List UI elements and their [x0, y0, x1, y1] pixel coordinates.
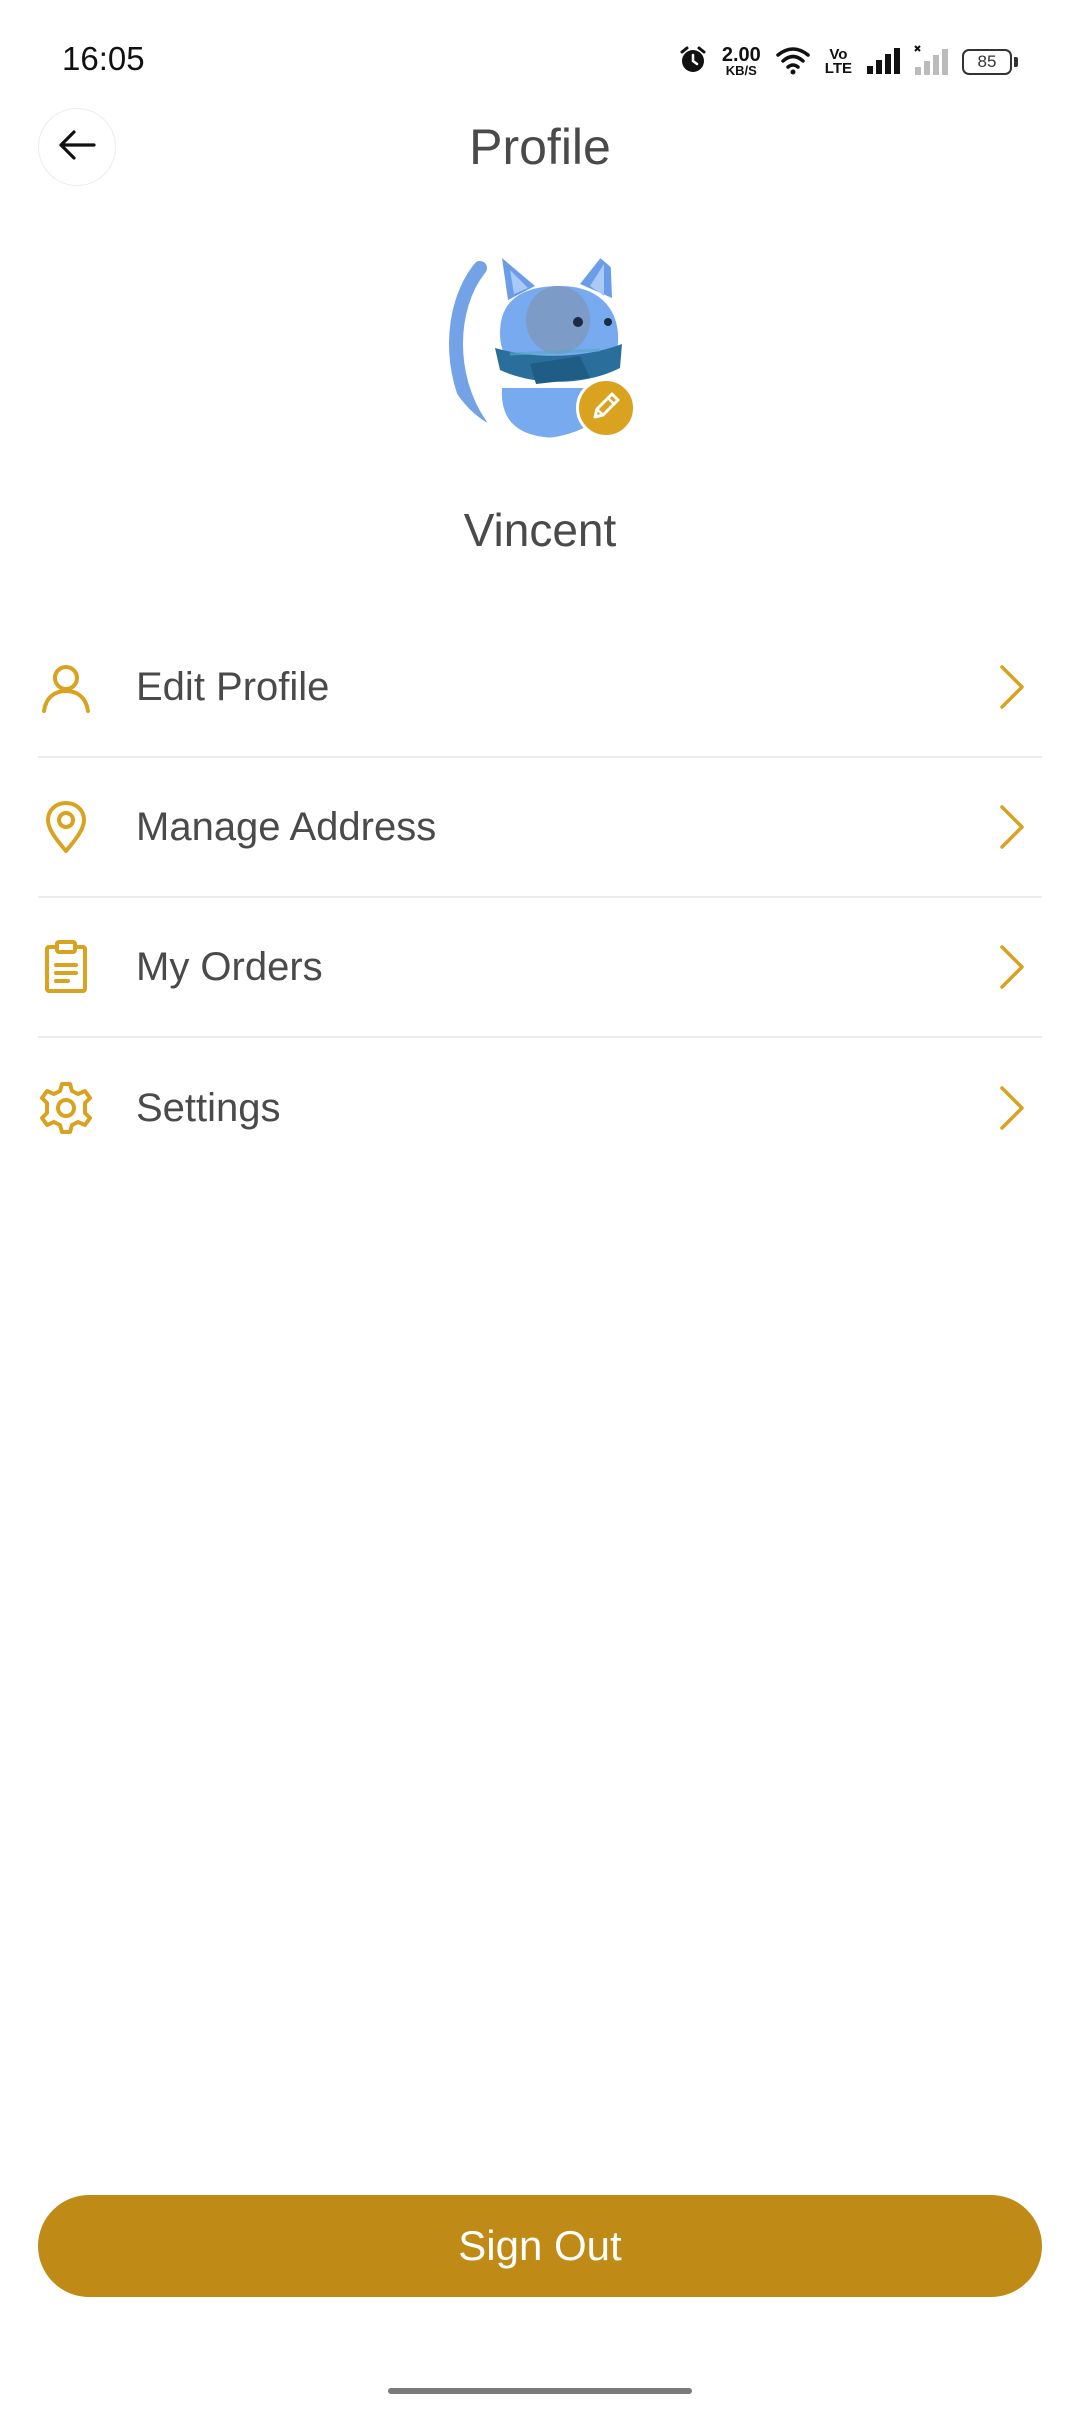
battery-level: 85: [962, 49, 1012, 75]
profile-menu: Edit Profile Manage Address My Orders Se…: [38, 618, 1042, 1178]
location-pin-icon: [38, 799, 94, 855]
menu-item-label: Settings: [136, 1085, 281, 1130]
status-time: 16:05: [62, 40, 145, 77]
signal-no-service-icon: [914, 44, 948, 80]
gear-icon: [38, 1080, 94, 1136]
network-speed: 2.00 KB/S: [721, 44, 761, 79]
user-icon: [38, 659, 94, 715]
chevron-right-icon: [992, 662, 1032, 712]
chevron-right-icon: [992, 1083, 1032, 1133]
chevron-right-icon: [992, 802, 1032, 852]
avatar-container: [440, 238, 640, 448]
pencil-icon: [588, 388, 624, 429]
clipboard-icon: [38, 939, 94, 995]
chevron-right-icon: [992, 942, 1032, 992]
volte-indicator: Vo LTE: [824, 45, 852, 77]
menu-item-settings[interactable]: Settings: [38, 1038, 1042, 1178]
signal-strength-icon: [866, 46, 900, 79]
home-indicator[interactable]: [388, 2388, 692, 2394]
page-title: Profile: [469, 119, 611, 175]
wifi-icon: [775, 45, 811, 80]
alarm-icon: [678, 45, 708, 80]
menu-item-label: My Orders: [136, 944, 323, 989]
battery-indicator: 85: [962, 49, 1018, 75]
status-bar: 16:05 2.00 KB/S Vo LTE 85: [0, 0, 1080, 120]
menu-item-edit-profile[interactable]: Edit Profile: [38, 618, 1042, 758]
menu-item-label: Manage Address: [136, 804, 437, 849]
edit-avatar-button[interactable]: [576, 378, 636, 438]
menu-item-my-orders[interactable]: My Orders: [38, 898, 1042, 1038]
user-name: Vincent: [463, 504, 617, 556]
sign-out-button[interactable]: Sign Out: [38, 2195, 1042, 2297]
status-icons: 2.00 KB/S Vo LTE 85: [678, 42, 1018, 82]
menu-item-label: Edit Profile: [136, 664, 330, 709]
menu-item-manage-address[interactable]: Manage Address: [38, 758, 1042, 898]
